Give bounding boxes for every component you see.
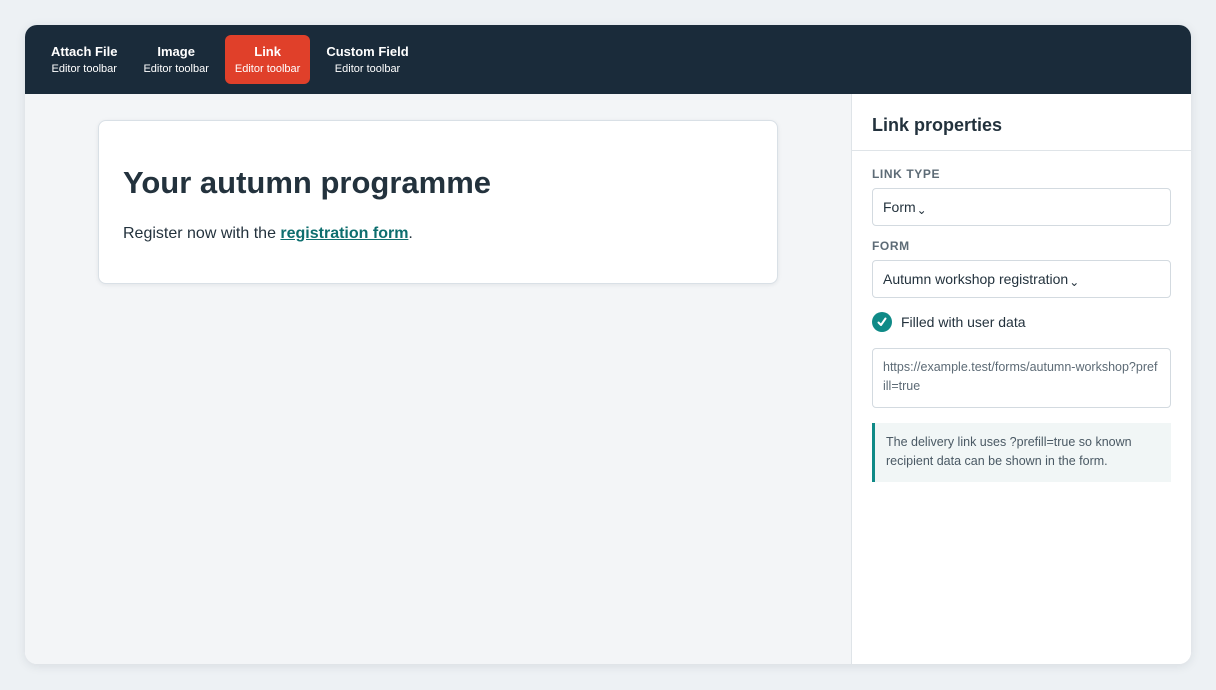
document-heading[interactable]: Your autumn programme <box>123 165 491 201</box>
form-label: FORM <box>872 239 910 253</box>
toolbar-attach-file-button[interactable]: Attach File Editor toolbar <box>41 35 127 84</box>
toolbar-custom-field-button[interactable]: Custom Field Editor toolbar <box>316 35 418 84</box>
tool-subtitle: Editor toolbar <box>51 62 117 75</box>
form-value: Autumn workshop registration <box>883 271 1069 287</box>
tool-title: Link <box>254 43 281 59</box>
paragraph-end: . <box>408 225 413 242</box>
editor-body: Your autumn programme Register now with … <box>25 94 1191 664</box>
link-type-select[interactable]: Form ⌄ <box>872 188 1171 226</box>
tool-title: Image <box>157 43 195 59</box>
filled-with-user-data-checkbox[interactable]: Filled with user data <box>872 311 1171 333</box>
toolbar-image-button[interactable]: Image Editor toolbar <box>133 35 218 84</box>
editor-toolbar: Attach File Editor toolbar Image Editor … <box>25 25 1191 94</box>
tool-subtitle: Editor toolbar <box>143 62 209 75</box>
form-select[interactable]: Autumn workshop registration ⌄ <box>872 260 1171 298</box>
link-properties-panel: Link properties LINK TYPE Form ⌄ FORM Aut… <box>851 94 1191 664</box>
editor-window: Attach File Editor toolbar Image Editor … <box>25 25 1191 664</box>
editor-canvas: Your autumn programme Register now with … <box>25 94 851 664</box>
tool-title: Custom Field <box>326 43 409 59</box>
tool-title: Attach File <box>51 43 118 59</box>
panel-header: Link properties <box>852 94 1191 151</box>
paragraph-text: Register now with the <box>123 225 281 242</box>
check-icon <box>872 312 892 332</box>
link-type-value: Form <box>883 199 916 215</box>
registration-form-link[interactable]: registration form <box>280 225 408 242</box>
document-card[interactable]: Your autumn programme Register now with … <box>98 120 778 284</box>
toolbar-link-button[interactable]: Link Editor toolbar <box>224 35 311 84</box>
chevron-down-icon: ⌄ <box>1069 275 1080 289</box>
link-url-field[interactable]: https://example.test/forms/autumn-worksh… <box>872 348 1171 408</box>
panel-title: Link properties <box>872 115 1003 135</box>
info-note: The delivery link uses ?prefill=true so … <box>872 423 1171 482</box>
document-paragraph[interactable]: Register now with the registration form. <box>123 224 413 244</box>
link-type-label: LINK TYPE <box>872 167 941 181</box>
panel-content: LINK TYPE Form ⌄ FORM Autumn workshop reg… <box>852 151 1191 482</box>
chevron-down-icon: ⌄ <box>916 203 927 217</box>
checkbox-label: Filled with user data <box>901 314 1026 330</box>
tool-subtitle: Editor toolbar <box>334 62 401 75</box>
tool-subtitle: Editor toolbar <box>234 62 301 75</box>
